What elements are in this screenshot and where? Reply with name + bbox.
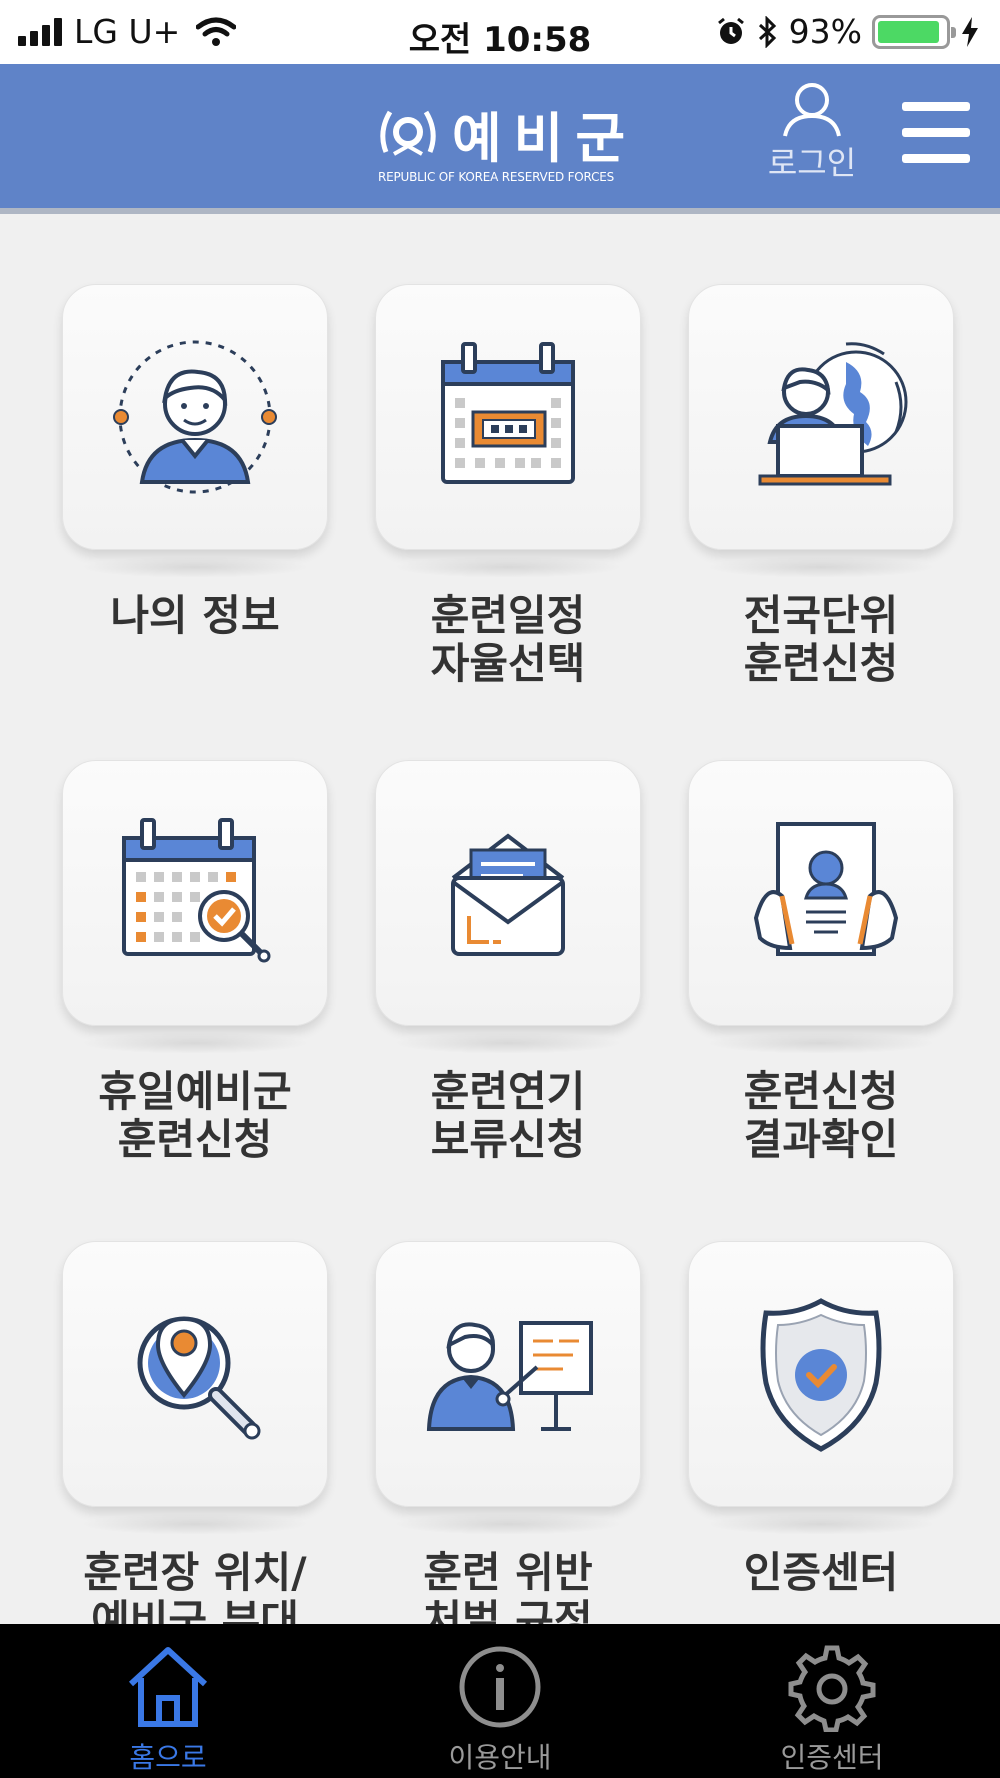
- logo-subtitle: REPUBLIC OF KOREA RESERVED FORCES: [378, 170, 615, 184]
- laptop-user-icon: [758, 342, 908, 486]
- battery-icon: [872, 14, 956, 49]
- menu-item-holiday-training[interactable]: 휴일예비군 훈련신청: [62, 760, 328, 1164]
- menu-card[interactable]: [62, 1241, 328, 1507]
- user-profile-icon: [113, 340, 277, 494]
- menu-item-my-info[interactable]: 나의 정보: [62, 284, 328, 640]
- calendar-search-icon: [122, 818, 271, 963]
- bottom-nav: 홈으로 이용안내 인증센터: [0, 1624, 1000, 1778]
- menu-card[interactable]: [688, 760, 954, 1026]
- menu-item-certification-center[interactable]: 인증센터: [688, 1241, 954, 1597]
- menu-card[interactable]: [62, 760, 328, 1026]
- menu-item-nationwide-training[interactable]: 전국단위 훈련신청: [688, 284, 954, 688]
- presenter-icon: [426, 1321, 593, 1431]
- menu-item-label: 휴일예비군 훈련신청: [98, 1067, 292, 1164]
- user-icon: [783, 83, 841, 137]
- envelope-icon: [451, 833, 565, 956]
- battery-fill: [878, 20, 940, 43]
- login-label: 로그인: [767, 144, 857, 182]
- gear-icon: [788, 1645, 876, 1732]
- nav-guide[interactable]: 이용안내: [400, 1642, 600, 1776]
- reserve-forces-logo[interactable]: 예비군 REPUBLIC OF KOREA RESERVED FORCES: [376, 94, 638, 184]
- card-shadow: [80, 1513, 310, 1535]
- battery-percent: 93%: [788, 12, 862, 51]
- nav-label: 이용안내: [448, 1741, 552, 1774]
- status-bar: LG U+ 오전 10:58 93%: [0, 0, 1000, 64]
- menu-item-application-result[interactable]: 훈련신청 결과확인: [688, 760, 954, 1164]
- menu-card[interactable]: [375, 760, 641, 1026]
- alarm-icon: [717, 17, 744, 44]
- menu-item-violation-rules[interactable]: 훈련 위반 처벌 규정: [375, 1241, 641, 1624]
- menu-card[interactable]: [375, 284, 641, 550]
- menu-card[interactable]: [688, 284, 954, 550]
- card-shadow: [706, 1032, 936, 1054]
- shield-check-icon: [760, 1298, 882, 1452]
- menu-item-label: 나의 정보: [110, 591, 280, 640]
- nav-home[interactable]: 홈으로: [68, 1642, 268, 1776]
- menu-item-training-postpone[interactable]: 훈련연기 보류신청: [375, 760, 641, 1164]
- menu-item-label: 훈련신청 결과확인: [743, 1067, 899, 1164]
- location-search-icon: [137, 1316, 261, 1440]
- menu-card[interactable]: [375, 1241, 641, 1507]
- charging-bolt-icon: [962, 16, 978, 47]
- calendar-icon: [441, 342, 575, 484]
- menu-item-label: 훈련일정 자율선택: [430, 591, 586, 688]
- card-shadow: [393, 1513, 623, 1535]
- menu-grid: 나의 정보 훈련일정 자율선택 전국단위 훈련신청 휴일예비군 훈련신청 훈련연…: [0, 220, 1000, 1624]
- menu-item-label: 전국단위 훈련신청: [743, 591, 899, 688]
- info-icon: [459, 1646, 541, 1728]
- nav-certification[interactable]: 인증센터: [732, 1642, 932, 1776]
- menu-item-label: 훈련장 위치/ 예비군 부대: [83, 1548, 307, 1625]
- menu-card[interactable]: [62, 284, 328, 550]
- login-button[interactable]: 로그인: [758, 80, 866, 184]
- logo-title: 예비군: [452, 107, 638, 170]
- menu-item-label: 훈련연기 보류신청: [430, 1067, 586, 1164]
- emblem-icon: [380, 110, 436, 156]
- card-shadow: [393, 1032, 623, 1054]
- card-shadow: [393, 556, 623, 578]
- document-hands-icon: [753, 822, 899, 956]
- nav-label: 인증센터: [780, 1741, 884, 1774]
- nav-label: 홈으로: [129, 1741, 207, 1774]
- menu-item-training-schedule[interactable]: 훈련일정 자율선택: [375, 284, 641, 688]
- card-shadow: [706, 1513, 936, 1535]
- menu-bar: [902, 102, 970, 111]
- card-shadow: [80, 1032, 310, 1054]
- menu-item-training-location[interactable]: 훈련장 위치/ 예비군 부대: [62, 1241, 328, 1624]
- card-shadow: [80, 556, 310, 578]
- menu-item-label: 인증센터: [743, 1548, 899, 1597]
- menu-bar: [902, 154, 970, 163]
- card-shadow: [706, 556, 936, 578]
- status-right: 93%: [715, 12, 980, 51]
- hamburger-menu-button[interactable]: [902, 102, 970, 168]
- menu-bar: [902, 128, 970, 137]
- menu-card[interactable]: [688, 1241, 954, 1507]
- menu-item-label: 훈련 위반 처벌 규정: [423, 1548, 593, 1625]
- bluetooth-icon: [758, 15, 776, 48]
- home-icon: [128, 1647, 208, 1727]
- app-header: 예비군 REPUBLIC OF KOREA RESERVED FORCES 로그…: [0, 64, 1000, 214]
